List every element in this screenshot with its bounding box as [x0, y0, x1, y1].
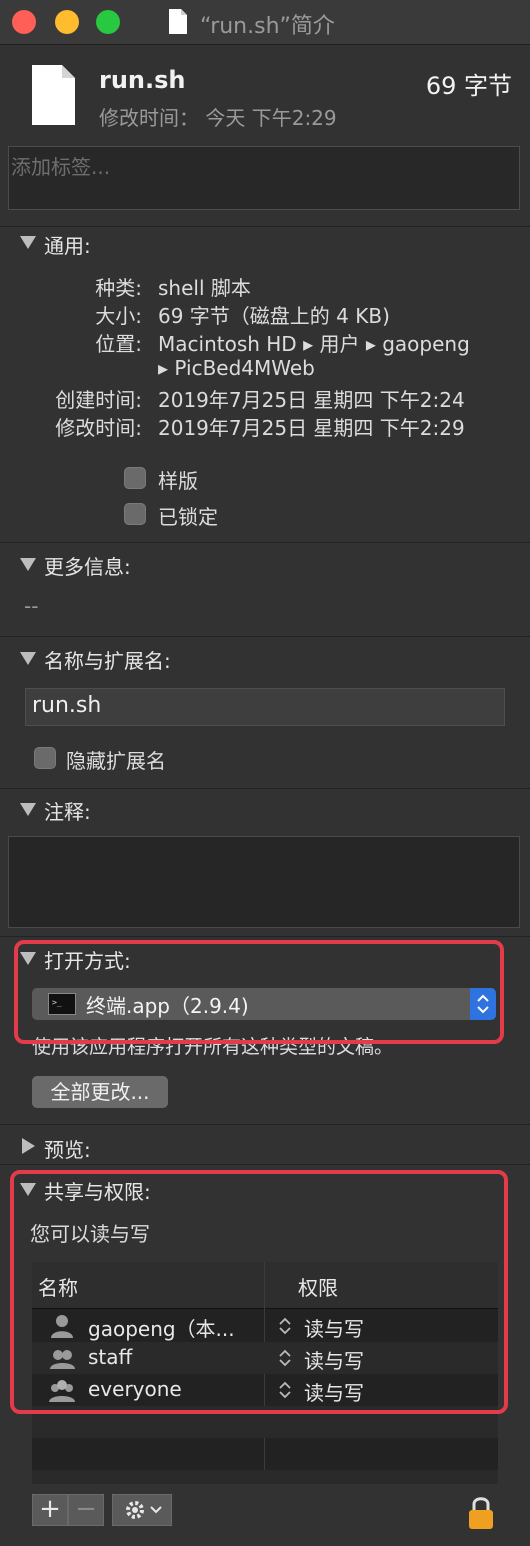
disclosure-triangle-down-icon[interactable] — [20, 558, 36, 571]
where-label: 位置: — [95, 332, 142, 356]
hide-extension-label: 隐藏扩展名 — [66, 749, 166, 773]
locked-checkbox[interactable] — [124, 503, 146, 525]
add-user-button[interactable]: + — [32, 1494, 68, 1526]
stationery-label: 样版 — [158, 469, 198, 493]
divider — [0, 542, 530, 543]
disclosure-triangle-right-icon[interactable] — [22, 1138, 35, 1154]
kind-value: shell 脚本 — [158, 276, 251, 300]
kind-label: 种类: — [95, 276, 142, 300]
file-size: 69 字节 — [425, 72, 512, 100]
modified-value: 2019年7月25日 星期四 下午2:29 — [158, 416, 465, 440]
file-document-icon — [32, 65, 75, 125]
empty-row — [32, 1470, 498, 1484]
divider — [0, 636, 530, 637]
comments-field[interactable] — [8, 836, 520, 928]
name-extension-field[interactable]: run.sh — [25, 688, 505, 726]
minimize-window-button[interactable] — [55, 10, 79, 34]
lock-icon[interactable] — [466, 1494, 496, 1530]
remove-user-button[interactable]: − — [68, 1494, 104, 1526]
name-ext-section-title[interactable]: 名称与扩展名: — [44, 645, 171, 674]
created-value: 2019年7月25日 星期四 下午2:24 — [158, 388, 465, 412]
stationery-checkbox[interactable] — [124, 467, 146, 489]
title-bar: “run.sh”简介 — [0, 0, 530, 45]
document-icon — [169, 9, 187, 34]
divider — [0, 226, 530, 227]
divider — [0, 936, 530, 937]
disclosure-triangle-down-icon[interactable] — [20, 652, 36, 665]
modified-label: 修改时间: — [55, 416, 142, 440]
created-label: 创建时间: — [55, 388, 142, 412]
empty-row — [32, 1438, 498, 1470]
hide-extension-checkbox[interactable] — [34, 747, 56, 769]
general-section-title[interactable]: 通用: — [44, 230, 91, 259]
action-menu-button[interactable] — [112, 1494, 172, 1526]
divider — [0, 1124, 530, 1125]
preview-section-title[interactable]: 预览: — [44, 1134, 91, 1163]
divider — [0, 1164, 530, 1165]
name-extension-value: run.sh — [32, 693, 102, 718]
more-info-value: -- — [24, 594, 39, 618]
size-value: 69 字节（磁盘上的 4 KB) — [158, 304, 390, 328]
tags-placeholder: 添加标签... — [11, 155, 111, 179]
more-info-section-title[interactable]: 更多信息: — [44, 551, 131, 580]
highlight-box — [14, 940, 504, 1044]
disclosure-triangle-down-icon[interactable] — [20, 803, 36, 816]
zoom-window-button[interactable] — [96, 10, 120, 34]
highlight-box — [10, 1170, 508, 1414]
disclosure-triangle-down-icon[interactable] — [20, 236, 36, 249]
divider — [0, 788, 530, 789]
comments-section-title[interactable]: 注释: — [44, 796, 91, 825]
size-label: 大小: — [95, 304, 142, 328]
change-all-button[interactable]: 全部更改... — [32, 1076, 168, 1108]
where-value: Macintosh HD ▸ 用户 ▸ gaopeng — [158, 332, 470, 356]
file-name: run.sh — [99, 66, 186, 94]
locked-label: 已锁定 — [158, 505, 218, 529]
tags-field[interactable]: 添加标签... — [8, 146, 520, 210]
where-value-continued: ▸ PicBed4MWeb — [158, 356, 315, 380]
close-window-button[interactable] — [12, 10, 36, 34]
gear-icon — [126, 1501, 162, 1519]
window-title: “run.sh”简介 — [200, 14, 335, 39]
modified-summary: 修改时间： 今天 下午2:29 — [99, 106, 337, 130]
